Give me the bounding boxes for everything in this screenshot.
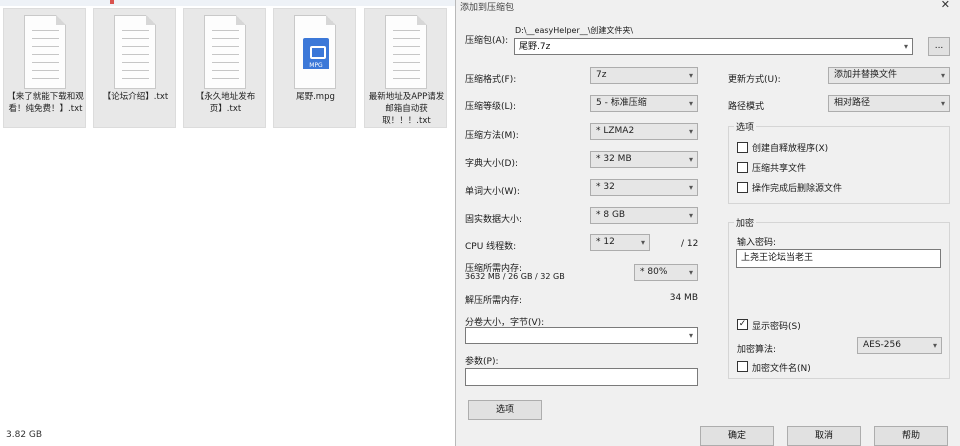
selection-size-status: 3.82 GB (6, 430, 43, 440)
word-size-select[interactable]: * 32 ▾ (590, 179, 698, 196)
file-name: 最新地址及APP请发邮箱自动获取！！！.txt (368, 92, 445, 126)
parameters-input[interactable] (465, 368, 698, 386)
cpu-threads-total: / 12 (681, 239, 699, 249)
add-to-archive-dialog: 添加到压缩包 ✕ 压缩包(A): D:\__easyHelper__\创建文件夹… (455, 0, 960, 446)
delete-after-label: 操作完成后删除源文件 (752, 184, 843, 194)
encryption-method-label: 加密算法: (737, 345, 777, 355)
path-mode-label: 路径模式 (728, 102, 765, 112)
file-name: 【论坛介绍】.txt (102, 92, 169, 102)
chevron-down-icon: ▾ (688, 127, 693, 136)
level-select[interactable]: 5 - 标准压缩 ▾ (590, 95, 698, 112)
word-size-label: 单词大小(W): (465, 187, 520, 197)
chevron-down-icon: ▾ (940, 71, 945, 80)
mpg-badge: MPG (303, 62, 329, 69)
update-mode-select[interactable]: 添加并替换文件 ▾ (828, 67, 950, 84)
txt-file-icon (114, 15, 156, 89)
chevron-down-icon: ▾ (688, 99, 693, 108)
file-item[interactable]: MPG 尾野.mpg (273, 8, 356, 128)
chevron-down-icon: ▾ (688, 331, 693, 340)
video-file-icon: MPG (294, 15, 336, 89)
dictionary-size-select[interactable]: * 32 MB ▾ (590, 151, 698, 168)
cpu-threads-label: CPU 线程数: (465, 242, 517, 252)
delete-after-checkbox[interactable] (737, 182, 748, 193)
chevron-down-icon: ▾ (688, 211, 693, 220)
file-name: 【永久地址发布页】.txt (195, 92, 256, 114)
encryption-method-select[interactable]: AES-256 ▾ (857, 337, 942, 354)
options-group-title: 选项 (734, 120, 757, 133)
chevron-down-icon: ▾ (688, 71, 693, 80)
level-label: 压缩等级(L): (465, 102, 517, 112)
format-select[interactable]: 7z ▾ (590, 67, 698, 84)
file-item[interactable]: 【永久地址发布页】.txt (183, 8, 266, 128)
path-mode-select[interactable]: 相对路径 ▾ (828, 95, 950, 112)
options-button[interactable]: 选项 (468, 400, 542, 420)
split-volume-combo[interactable]: ▾ (465, 327, 698, 344)
solid-block-label: 固实数据大小: (465, 215, 523, 225)
ok-button[interactable]: 确定 (700, 426, 774, 446)
chevron-down-icon: ▾ (940, 99, 945, 108)
chevron-down-icon: ▾ (688, 268, 693, 277)
txt-file-icon (385, 15, 427, 89)
show-password-checkbox[interactable]: ✓ (737, 319, 748, 330)
encrypt-names-checkbox[interactable] (737, 361, 748, 372)
cancel-button[interactable]: 取消 (787, 426, 861, 446)
password-input[interactable]: 上尧王论坛当老王 (736, 249, 941, 268)
format-label: 压缩格式(F): (465, 75, 517, 85)
encrypt-names-label: 加密文件名(N) (752, 364, 811, 374)
dictionary-size-label: 字典大小(D): (465, 159, 518, 169)
chevron-down-icon: ▾ (688, 183, 693, 192)
cpu-threads-select[interactable]: * 12 ▾ (590, 234, 650, 251)
archive-label: 压缩包(A): (465, 36, 509, 46)
chevron-down-icon: ▾ (688, 155, 693, 164)
file-name: 【来了就能下载和观看！纯免费！】.txt (7, 92, 84, 114)
close-icon[interactable]: ✕ (941, 0, 950, 11)
browse-button[interactable]: ... (928, 37, 950, 56)
sfx-checkbox[interactable] (737, 142, 748, 153)
solid-block-select[interactable]: * 8 GB ▾ (590, 207, 698, 224)
memory-decompress-label: 解压所需内存: (465, 296, 523, 306)
memory-usage-select[interactable]: * 80% ▾ (634, 264, 698, 281)
archive-name-value: 尾野.7z (519, 42, 551, 52)
txt-file-icon (204, 15, 246, 89)
archive-name-combo[interactable]: 尾野.7z ▾ (514, 38, 913, 55)
sfx-label: 创建自释放程序(X) (752, 144, 829, 154)
chevron-down-icon: ▾ (932, 341, 937, 350)
update-mode-label: 更新方式(U): (728, 75, 781, 85)
method-select[interactable]: * LZMA2 ▾ (590, 123, 698, 140)
shared-files-checkbox[interactable] (737, 162, 748, 173)
archive-path: D:\__easyHelper__\创建文件夹\ (515, 26, 634, 35)
memory-compress-detail: 3632 MB / 26 GB / 32 GB (465, 272, 565, 281)
parameters-label: 参数(P): (465, 357, 499, 367)
shared-files-label: 压缩共享文件 (752, 164, 807, 174)
encryption-group-title: 加密 (734, 216, 757, 229)
txt-file-icon (24, 15, 66, 89)
password-label: 输入密码: (737, 238, 777, 248)
file-item[interactable]: 【来了就能下载和观看！纯免费！】.txt (3, 8, 86, 128)
chevron-down-icon: ▾ (640, 238, 645, 247)
chevron-down-icon: ▾ (903, 42, 908, 51)
file-item[interactable]: 最新地址及APP请发邮箱自动获取！！！.txt (364, 8, 447, 128)
memory-decompress-value: 34 MB (669, 293, 698, 303)
show-password-label: 显示密码(S) (752, 322, 801, 332)
method-label: 压缩方法(M): (465, 131, 519, 141)
help-button[interactable]: 帮助 (874, 426, 948, 446)
file-name: 尾野.mpg (296, 92, 335, 102)
dialog-title: 添加到压缩包 (460, 3, 515, 13)
file-item[interactable]: 【论坛介绍】.txt (93, 8, 176, 128)
top-strip (0, 0, 455, 6)
